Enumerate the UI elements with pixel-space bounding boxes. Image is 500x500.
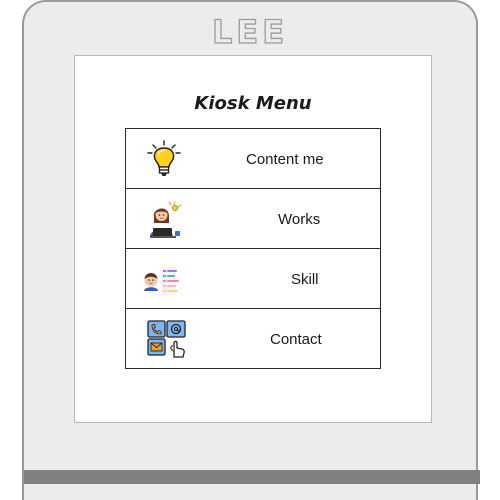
menu-item-label: Skill xyxy=(291,271,319,288)
kiosk-base-bar xyxy=(24,470,480,484)
contact-icon xyxy=(140,319,188,359)
menu-item-content-me[interactable]: Content me xyxy=(126,129,380,189)
menu-item-label: Works xyxy=(278,211,321,228)
menu-title: Kiosk Menu xyxy=(194,93,312,114)
kiosk-brand: LEE xyxy=(211,12,289,51)
person-at-laptop-icon xyxy=(140,199,188,239)
menu-item-contact[interactable]: Contact xyxy=(126,309,380,368)
menu-item-label: Contact xyxy=(270,331,322,348)
person-with-skill-bars-icon xyxy=(140,259,188,299)
kiosk-screen: Kiosk Menu Content me Works Skill Contac… xyxy=(74,55,432,423)
light-bulb-icon xyxy=(140,139,188,179)
kiosk-frame: LEE Kiosk Menu Content me Works Skill Co… xyxy=(22,0,480,500)
menu-item-label: Content me xyxy=(246,151,324,168)
menu-item-skill[interactable]: Skill xyxy=(126,249,380,309)
kiosk-menu: Content me Works Skill Contact xyxy=(125,128,381,369)
menu-item-works[interactable]: Works xyxy=(126,189,380,249)
